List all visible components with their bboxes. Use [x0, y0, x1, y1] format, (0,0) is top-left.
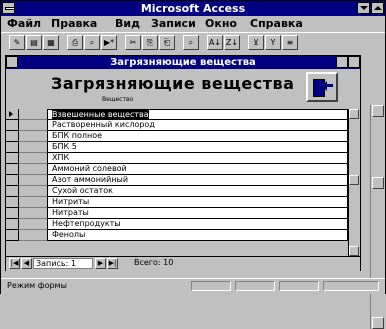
mdi-scroll-down-button[interactable]: [372, 317, 384, 329]
list-item[interactable]: Растворенный кислород: [6, 120, 348, 131]
menu-file[interactable]: Файл: [7, 17, 41, 30]
record-field[interactable]: БПК 5: [47, 142, 348, 153]
list-item[interactable]: Нитриты: [6, 197, 348, 208]
record-field[interactable]: Взвешенные вещества: [47, 109, 348, 120]
menu-bar: Файл Правка Вид Записи Окно Справка: [1, 16, 385, 32]
paste-icon[interactable]: ⎗: [159, 35, 175, 50]
menu-view[interactable]: Вид: [115, 17, 140, 30]
scroll-up-button[interactable]: [349, 109, 359, 119]
record-selector[interactable]: [6, 153, 19, 164]
list-item[interactable]: Фенолы: [6, 230, 348, 241]
list-item[interactable]: БПК 5: [6, 142, 348, 153]
form-maximize-button[interactable]: [348, 56, 360, 68]
copy-icon[interactable]: ⎘: [142, 35, 158, 50]
list-item[interactable]: Нитраты: [6, 208, 348, 219]
menu-records[interactable]: Записи: [151, 17, 196, 30]
field-label: Вещество: [102, 96, 134, 103]
record-selector[interactable]: [6, 208, 19, 219]
status-bar: Режим формы: [1, 278, 385, 294]
scroll-thumb[interactable]: [349, 175, 359, 185]
record-field[interactable]: Нитриты: [47, 197, 348, 208]
toolbar: ✎ ▤ ▦ ⎙ ⌕ ▶* ✂ ⎘ ⎗ ⌕ A↓ Z↓ ⊻ Y ≡: [1, 32, 385, 54]
next-record-icon[interactable]: ▶: [95, 258, 106, 269]
app-titlebar: Microsoft Access: [1, 1, 385, 16]
list-item[interactable]: Взвешенные вещества: [6, 109, 348, 120]
record-field[interactable]: ХПК: [47, 153, 348, 164]
filter-icon[interactable]: ⊻: [248, 35, 264, 50]
record-selector[interactable]: [6, 131, 19, 142]
record-field[interactable]: Азот аммонийный: [47, 175, 348, 186]
mdi-scroll-thumb[interactable]: [372, 177, 384, 189]
access-window: Microsoft Access Файл Правка Вид Записи …: [0, 0, 386, 329]
sort-descending-icon[interactable]: Z↓: [224, 35, 240, 50]
record-number[interactable]: 1: [71, 259, 76, 268]
minimize-button[interactable]: [357, 2, 370, 14]
mdi-client: Загрязняющие вещества Загрязняющие вещес…: [1, 53, 385, 329]
datasheet-view-icon[interactable]: ▦: [43, 35, 59, 50]
list-item[interactable]: Аммоний солевой: [6, 164, 348, 175]
record-navigation: |◀ ◀ Запись: 1 ▶ ▶| Всего: 10: [6, 256, 360, 271]
previous-record-icon[interactable]: ◀: [21, 258, 32, 269]
form-minimize-button[interactable]: [336, 56, 348, 68]
list-item[interactable]: ХПК: [6, 153, 348, 164]
list-item[interactable]: БПК полное: [6, 131, 348, 142]
form-window-titlebar: Загрязняющие вещества: [6, 56, 360, 69]
record-counter: Запись: 1: [33, 258, 93, 269]
print-preview-icon[interactable]: ⌕: [84, 35, 100, 50]
form-vertical-scrollbar[interactable]: [348, 109, 360, 256]
apply-filter-icon[interactable]: Y: [265, 35, 281, 50]
form-window: Загрязняющие вещества Загрязняющие вещес…: [5, 55, 361, 271]
status-text: Режим формы: [7, 281, 67, 290]
record-selector[interactable]: [6, 164, 19, 175]
record-selector[interactable]: [6, 109, 19, 120]
menu-window[interactable]: Окно: [205, 17, 237, 30]
sort-ascending-icon[interactable]: A↓: [207, 35, 223, 50]
record-selector[interactable]: [6, 219, 19, 230]
list-item[interactable]: Сухой остаток: [6, 186, 348, 197]
form-view-icon[interactable]: ▤: [26, 35, 42, 50]
system-menu-button[interactable]: [2, 2, 15, 14]
menu-help[interactable]: Справка: [250, 17, 303, 30]
records-list: Взвешенные вещества Растворенный кислоро…: [6, 109, 360, 256]
record-selector[interactable]: [6, 120, 19, 131]
form-system-menu-button[interactable]: [6, 56, 18, 68]
record-selector[interactable]: [6, 175, 19, 186]
cut-icon[interactable]: ✂: [125, 35, 141, 50]
maximize-button[interactable]: [371, 2, 384, 14]
record-field[interactable]: Сухой остаток: [47, 186, 348, 197]
record-selector[interactable]: [6, 186, 19, 197]
last-record-icon[interactable]: ▶|: [107, 258, 118, 269]
record-field[interactable]: Нитраты: [47, 208, 348, 219]
form-window-title: Загрязняющие вещества: [110, 57, 256, 68]
find-icon[interactable]: ⌕: [183, 35, 199, 50]
menu-edit[interactable]: Правка: [51, 17, 97, 30]
first-record-icon[interactable]: |◀: [9, 258, 20, 269]
new-record-icon[interactable]: ▶*: [101, 35, 117, 50]
show-all-icon[interactable]: ≡: [282, 35, 298, 50]
exit-button[interactable]: [306, 72, 338, 102]
mdi-vertical-scrollbar[interactable]: [370, 105, 385, 329]
list-item[interactable]: Нефтепродукты: [6, 219, 348, 230]
form-header: Загрязняющие вещества Вещество: [6, 69, 360, 110]
record-selector[interactable]: [6, 230, 19, 241]
record-selector[interactable]: [6, 142, 19, 153]
design-view-icon[interactable]: ✎: [9, 35, 25, 50]
mdi-scroll-up-button[interactable]: [372, 105, 384, 117]
record-field[interactable]: Фенолы: [47, 230, 348, 241]
app-title: Microsoft Access: [140, 2, 246, 15]
record-field[interactable]: Растворенный кислород: [47, 120, 348, 131]
scroll-down-button[interactable]: [349, 246, 359, 256]
print-icon[interactable]: ⎙: [67, 35, 83, 50]
record-selector[interactable]: [6, 197, 19, 208]
record-field[interactable]: Нефтепродукты: [47, 219, 348, 230]
record-field[interactable]: БПК полное: [47, 131, 348, 142]
form-heading: Загрязняющие вещества: [51, 74, 295, 93]
list-item[interactable]: Азот аммонийный: [6, 175, 348, 186]
record-total: Всего: 10: [132, 258, 202, 269]
record-field[interactable]: Аммоний солевой: [47, 164, 348, 175]
